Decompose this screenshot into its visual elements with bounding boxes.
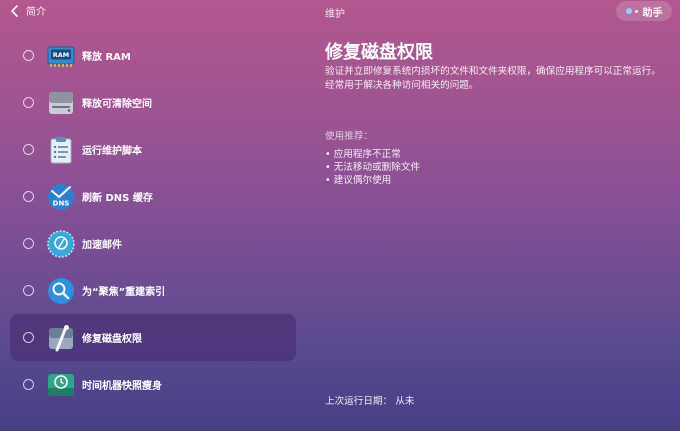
drive-icon: [49, 91, 73, 114]
assistant-button[interactable]: 助手: [616, 1, 672, 21]
recommendation-item: 无法移动或删除文件: [325, 161, 420, 174]
spotlight-icon: [48, 277, 74, 304]
task-item-thin-time-machine[interactable]: 时间机器快照瘦身: [10, 361, 296, 408]
time-machine-icon: [48, 373, 74, 396]
task-radio[interactable]: [23, 50, 34, 61]
ram-icon: RAM: [47, 46, 75, 67]
task-radio[interactable]: [23, 238, 34, 249]
task-label: 为“聚焦”重建索引: [82, 287, 166, 298]
task-item-free-purgeable[interactable]: 释放可清除空间: [10, 79, 296, 126]
wrench-disk-icon: [49, 324, 73, 351]
task-list: RAM 释放 RAM 释放可清除空间 运行维护脚本 DNS 刷新 DNS 缓存 …: [10, 32, 296, 408]
recommendation-item: 应用程序不正常: [325, 148, 420, 161]
task-label: 运行维护脚本: [82, 146, 142, 157]
task-item-flush-dns[interactable]: DNS 刷新 DNS 缓存: [10, 173, 296, 220]
task-label: 加速邮件: [82, 240, 122, 251]
task-item-speed-up-mail[interactable]: 加速邮件: [10, 220, 296, 267]
section-title: 维护: [325, 9, 345, 20]
detail-title: 修复磁盘权限: [325, 42, 433, 63]
ram-icon-text: RAM: [53, 51, 70, 59]
mail-stamp-icon: [47, 229, 75, 258]
task-item-maintenance-scripts[interactable]: 运行维护脚本: [10, 126, 296, 173]
task-item-repair-permissions[interactable]: 修复磁盘权限: [10, 314, 296, 361]
task-radio[interactable]: [23, 332, 34, 343]
task-radio[interactable]: [23, 191, 34, 202]
detail-description: 验证并立即修复系统内损坏的文件和文件夹权限，确保应用程序可以正常运行。经常用于解…: [325, 66, 661, 91]
task-radio[interactable]: [23, 285, 34, 296]
dns-icon-text: DNS: [53, 199, 70, 207]
recommendations-title: 使用推荐：: [325, 131, 373, 142]
task-label: 释放可清除空间: [82, 99, 152, 110]
dns-icon: DNS: [48, 183, 74, 210]
top-bar: 简介 维护 助手: [0, 0, 680, 26]
task-item-reindex-spotlight[interactable]: 为“聚焦”重建索引: [10, 267, 296, 314]
last-run-date: 上次运行日期： 从未: [325, 396, 415, 407]
back-label: 简介: [26, 7, 46, 18]
recommendation-item: 建议偶尔使用: [325, 174, 420, 187]
task-radio[interactable]: [23, 379, 34, 390]
task-label: 时间机器快照瘦身: [82, 381, 162, 392]
clipboard-script-icon: [50, 136, 72, 163]
task-item-free-ram[interactable]: RAM 释放 RAM: [10, 32, 296, 79]
chevron-left-icon: [11, 4, 18, 17]
recommendations-list: 应用程序不正常 无法移动或删除文件 建议偶尔使用: [325, 148, 420, 187]
task-radio[interactable]: [23, 144, 34, 155]
assistant-label: 助手: [642, 7, 663, 19]
back-button[interactable]: 简介: [8, 3, 46, 18]
assistant-icon: [625, 8, 638, 14]
task-label: 释放 RAM: [82, 52, 131, 63]
task-label: 修复磁盘权限: [82, 334, 142, 345]
task-radio[interactable]: [23, 97, 34, 108]
task-label: 刷新 DNS 缓存: [82, 193, 153, 204]
